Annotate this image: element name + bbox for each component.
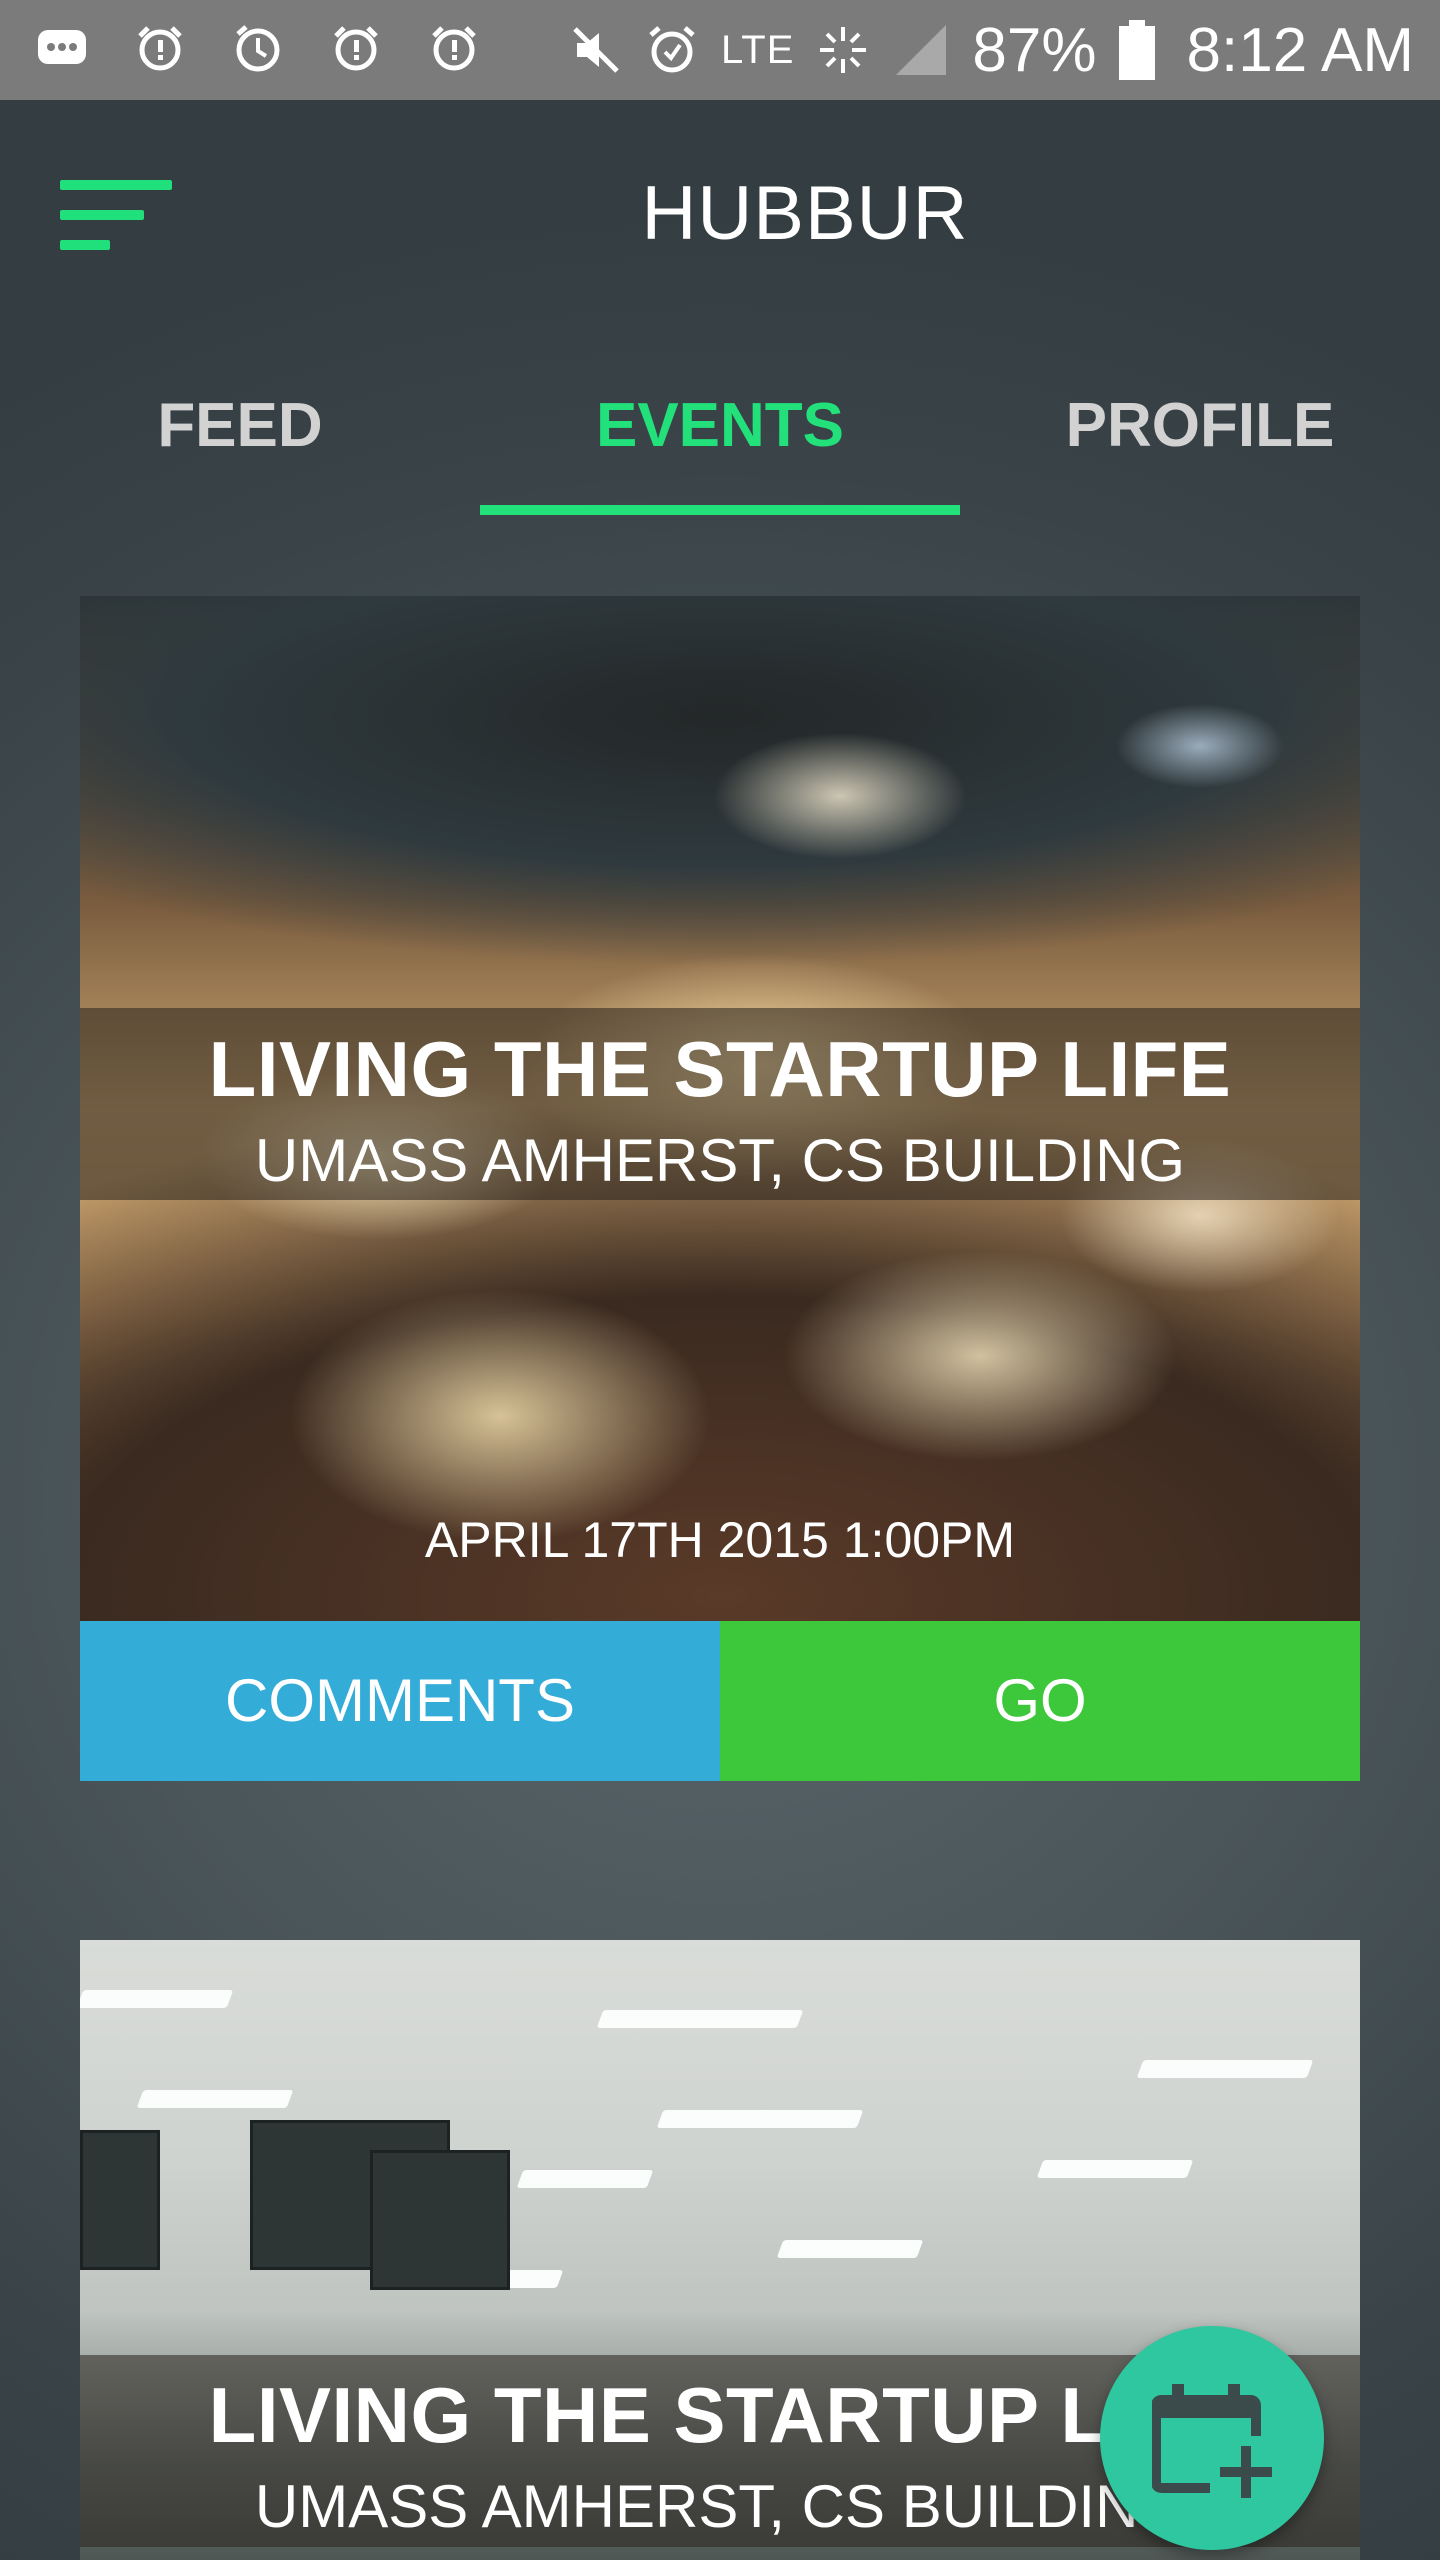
calendar-add-icon (1152, 2384, 1272, 2498)
tab-profile[interactable]: PROFILE (960, 350, 1440, 520)
alarm-icon (649, 26, 695, 73)
tab-bar: FEED EVENTS PROFILE (0, 350, 1440, 520)
active-tab-indicator (480, 505, 960, 515)
alarm-alert-icon (334, 26, 378, 71)
event-card: LIVING THE STARTUP LIFE UMASS AMHERST, C… (80, 596, 1360, 1781)
message-icon (38, 30, 86, 64)
mute-icon (573, 27, 619, 73)
app-screen: HUBBUR FEED EVENTS PROFILE LIVING THE ST… (0, 100, 1440, 2560)
status-bar: LTE 87% 8:12 AM (0, 0, 1440, 100)
event-image[interactable]: LIVING THE STARTUP LIFE UMASS AMHERST, C… (80, 596, 1360, 1621)
battery-percent: 87% (972, 15, 1097, 85)
event-location: UMASS AMHERST, CS BUILDING (254, 1127, 1186, 1194)
app-bar: HUBBUR (0, 100, 1440, 330)
battery-icon (1118, 20, 1155, 80)
tab-events[interactable]: EVENTS (480, 350, 960, 520)
go-button[interactable]: GO (720, 1621, 1360, 1781)
event-date: APRIL 17TH 2015 1:00PM (424, 1512, 1016, 1568)
network-type: LTE (721, 27, 795, 72)
tab-feed[interactable]: FEED (0, 350, 480, 520)
alarm-alert-icon (432, 26, 476, 71)
add-event-button[interactable] (1100, 2326, 1324, 2550)
data-activity-icon (820, 27, 867, 73)
alarm-alert-icon (138, 26, 182, 71)
app-title: HUBBUR (641, 171, 969, 256)
clock-icon (236, 25, 280, 72)
clock-time: 8:12 AM (1186, 15, 1414, 85)
event-title: LIVING THE STARTUP LIFE (208, 1025, 1232, 1113)
comments-button[interactable]: COMMENTS (80, 1621, 720, 1781)
notification-icons (36, 22, 480, 74)
signal-icon (896, 25, 947, 75)
system-indicators: LTE 87% 8:12 AM (569, 14, 1414, 86)
